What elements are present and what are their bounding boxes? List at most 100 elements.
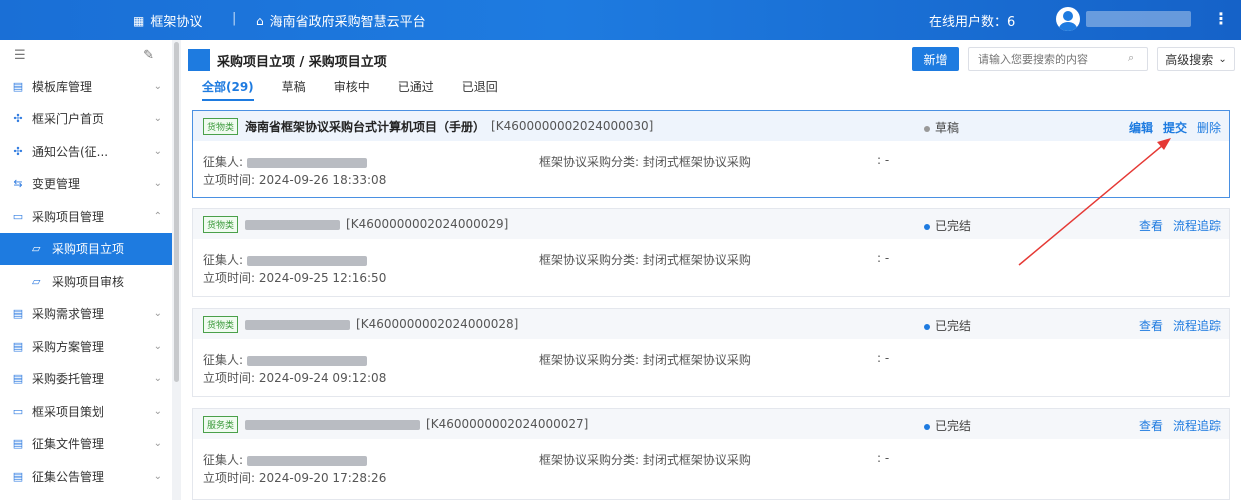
page-header: 采购项目立项 / 采购项目立项 xyxy=(188,49,387,71)
status-tabs: 全部(29) 草稿 审核中 已通过 已退回 xyxy=(202,78,526,101)
chevron-down-icon: ⌄ xyxy=(153,145,162,157)
created-field: 立项时间: 2024-09-20 17:28:26 xyxy=(203,469,386,486)
more-vertical-icon[interactable]: ⋮ xyxy=(1213,9,1229,28)
chevron-down-icon: ⌄ xyxy=(153,405,162,417)
tab-reviewing[interactable]: 审核中 xyxy=(334,78,370,101)
view-link[interactable]: 查看 xyxy=(1139,317,1163,334)
folder-icon: ▭ xyxy=(12,209,24,223)
sidebar-item-project-review[interactable]: ▱ 采购项目审核 xyxy=(0,265,172,298)
sidebar-item-label: 采购项目管理 xyxy=(32,209,105,224)
sidebar-item-plan[interactable]: ▤ 采购方案管理 ⌄ xyxy=(0,330,172,363)
online-users-label: 在线用户数： xyxy=(929,15,1008,30)
apps-icon: ✣ xyxy=(13,144,23,158)
project-card-header: 服务类 [K4600000002024000027] 已完结 查看 流程追踪 xyxy=(193,409,1229,439)
created-label: 立项时间: xyxy=(203,471,256,485)
status-label: 已完结 xyxy=(935,319,972,333)
sidebar-item-template-library[interactable]: ▤ 模板库管理 ⌄ xyxy=(0,70,172,103)
document-icon: ▤ xyxy=(12,437,24,451)
chevron-down-icon: ⌄ xyxy=(153,308,162,320)
sidebar-item-label: 通知公告(征... xyxy=(32,144,109,159)
chevron-down-icon: ⌄ xyxy=(153,113,162,125)
tab-approved[interactable]: 已通过 xyxy=(398,78,434,101)
trace-link[interactable]: 流程追踪 xyxy=(1173,317,1221,334)
project-name-redacted xyxy=(245,217,341,231)
project-card[interactable]: 货物类 [K4600000002024000028] 已完结 查看 流程追踪 征… xyxy=(192,308,1230,397)
chevron-down-icon: ⌄ xyxy=(153,438,162,450)
pin-icon[interactable]: ✎ xyxy=(143,48,154,63)
tab-returned[interactable]: 已退回 xyxy=(462,78,498,101)
project-card-body: 征集人: 立项时间: 2024-09-24 09:12:08 框架协议采购分类:… xyxy=(193,339,1229,396)
collector-label: 征集人: xyxy=(203,353,244,367)
sidebar-item-requirements[interactable]: ▤ 采购需求管理 ⌄ xyxy=(0,298,172,331)
sidebar-item-project-planning[interactable]: ▭ 框采项目策划 ⌄ xyxy=(0,395,172,428)
created-field: 立项时间: 2024-09-25 12:16:50 xyxy=(203,269,386,286)
search-input[interactable] xyxy=(968,47,1148,71)
status-dot-icon xyxy=(924,125,930,132)
delete-link[interactable]: 删除 xyxy=(1197,119,1221,136)
sidebar: ☰ ✎ ▤ 模板库管理 ⌄ ✣ 框采门户首页 ⌄ ✣ 通知公告(征... ⌄ ⇆… xyxy=(0,40,172,500)
extra-field: : - xyxy=(877,451,890,465)
category-field: 框架协议采购分类: 封闭式框架协议采购 xyxy=(539,153,751,170)
sidebar-item-project-initiation[interactable]: ▱ 采购项目立项 xyxy=(0,232,172,265)
sidebar-item-label: 采购项目立项 xyxy=(52,242,125,257)
card-actions: 查看 流程追踪 xyxy=(1139,417,1221,434)
home-icon: ⌂ xyxy=(256,13,264,28)
chevron-down-icon: ⌄ xyxy=(153,80,162,92)
folder-icon: ▭ xyxy=(12,404,24,418)
page-title: 采购项目立项 / 采购项目立项 xyxy=(217,54,387,70)
collector-field: 征集人: xyxy=(203,351,367,368)
sidebar-item-collection-files[interactable]: ▤ 征集文件管理 ⌄ xyxy=(0,428,172,461)
sidebar-item-label: 模板库管理 xyxy=(32,79,93,94)
extra-field: : - xyxy=(877,351,890,365)
folder-open-icon: ▱ xyxy=(32,242,41,256)
collector-value-redacted xyxy=(246,455,367,466)
sidebar-item-change-management[interactable]: ⇆ 变更管理 ⌄ xyxy=(0,168,172,201)
menu-toggle-icon[interactable]: ☰ xyxy=(14,48,26,63)
sidebar-item-entrust[interactable]: ▤ 采购委托管理 ⌄ xyxy=(0,363,172,396)
collector-label: 征集人: xyxy=(203,155,244,169)
sidebar-scrollbar[interactable] xyxy=(174,42,179,382)
sidebar-item-collection-notices[interactable]: ▤ 征集公告管理 ⌄ xyxy=(0,460,172,493)
search-icon[interactable]: ⌕ xyxy=(1128,51,1134,65)
user-name-redacted[interactable] xyxy=(1086,11,1191,27)
folder-open-icon: ▱ xyxy=(32,274,41,288)
tab-draft[interactable]: 草稿 xyxy=(282,78,306,101)
created-value: 2024-09-20 17:28:26 xyxy=(258,471,387,485)
collector-label: 征集人: xyxy=(203,253,244,267)
project-card-header: 货物类 [K4600000002024000028] 已完结 查看 流程追踪 xyxy=(193,309,1229,339)
sidebar-item-label: 框采门户首页 xyxy=(32,112,105,127)
category-field: 框架协议采购分类: 封闭式框架协议采购 xyxy=(539,451,751,468)
category-label: 框架协议采购分类: xyxy=(539,353,640,367)
collector-value-redacted xyxy=(246,157,367,168)
annotation-arrow xyxy=(1018,138,1171,266)
advanced-search-button[interactable]: 高级搜索 ⌄ xyxy=(1157,47,1235,71)
tab-all[interactable]: 全部(29) xyxy=(202,78,254,101)
created-field: 立项时间: 2024-09-26 18:33:08 xyxy=(203,171,386,188)
project-card[interactable]: 服务类 [K4600000002024000027] 已完结 查看 流程追踪 征… xyxy=(192,408,1230,500)
sidebar-item-portal-home[interactable]: ✣ 框采门户首页 ⌄ xyxy=(0,103,172,136)
category-value: 封闭式框架协议采购 xyxy=(642,353,751,367)
document-icon: ▤ xyxy=(12,372,24,386)
view-link[interactable]: 查看 xyxy=(1139,417,1163,434)
status-label: 已完结 xyxy=(935,219,972,233)
chevron-down-icon: ⌄ xyxy=(153,373,162,385)
platform-link[interactable]: ⌂ 海南省政府采购智慧云平台 xyxy=(256,11,426,31)
sidebar-item-label: 变更管理 xyxy=(32,177,81,192)
collector-field: 征集人: xyxy=(203,451,367,468)
sidebar-item-project-management[interactable]: ▭ 采购项目管理 ⌃ xyxy=(0,200,172,233)
status-badge: 草稿 xyxy=(924,119,959,136)
status-badge: 已完结 xyxy=(924,317,971,334)
new-button[interactable]: 新增 xyxy=(912,47,959,71)
online-users-count: 6 xyxy=(1007,15,1016,30)
category-value: 封闭式框架协议采购 xyxy=(642,453,751,467)
brand[interactable]: ▦ 框架协议 xyxy=(133,11,202,31)
card-actions: 查看 流程追踪 xyxy=(1139,317,1221,334)
sidebar-item-notices[interactable]: ✣ 通知公告(征... ⌄ xyxy=(0,135,172,168)
project-code: [K4600000002024000029] xyxy=(346,217,509,231)
extra-field: : - xyxy=(877,153,890,167)
status-label: 草稿 xyxy=(935,121,960,135)
collector-label: 征集人: xyxy=(203,453,244,467)
trace-link[interactable]: 流程追踪 xyxy=(1173,417,1221,434)
user-avatar[interactable] xyxy=(1056,7,1080,31)
sidebar-item-label: 框采项目策划 xyxy=(32,404,105,419)
